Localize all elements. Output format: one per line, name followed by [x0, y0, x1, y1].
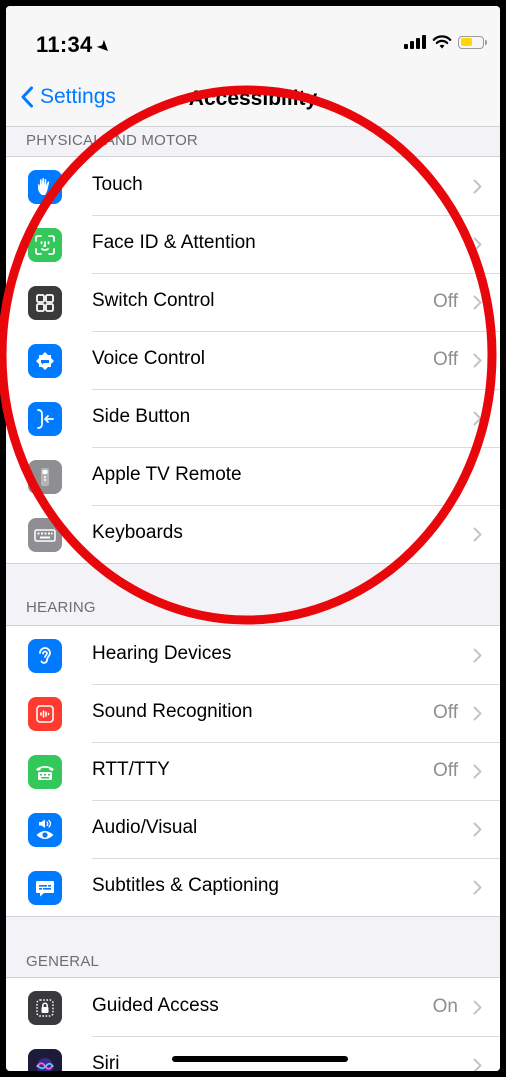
- wifi-icon: [432, 35, 452, 49]
- guided-access-icon: [28, 991, 62, 1025]
- row-label: Guided Access: [92, 995, 219, 1016]
- row-guided-access[interactable]: Guided Access On: [6, 978, 500, 1036]
- row-switch-control[interactable]: Switch Control Off: [6, 273, 500, 331]
- section-header-label: PHYSICAL AND MOTOR: [26, 132, 198, 149]
- chevron-right-icon: [473, 1058, 482, 1071]
- row-apple-tv-remote[interactable]: Apple TV Remote: [6, 447, 500, 505]
- chevron-right-icon: [473, 706, 482, 721]
- home-indicator[interactable]: [172, 1056, 348, 1062]
- status-indicators: [404, 34, 487, 50]
- side-button-icon: [28, 402, 62, 436]
- row-label: Touch: [92, 174, 143, 195]
- row-keyboards[interactable]: Keyboards: [6, 505, 500, 563]
- chevron-right-icon: [473, 764, 482, 779]
- row-value: On: [432, 996, 458, 1017]
- voice-control-icon: [28, 344, 62, 378]
- row-touch[interactable]: Touch: [6, 157, 500, 215]
- row-subtitles-captioning[interactable]: Subtitles & Captioning: [6, 858, 500, 916]
- section-header-general: GENERAL: [6, 947, 500, 977]
- section-header-hearing: HEARING: [6, 593, 500, 623]
- location-arrow-icon: ➤: [92, 36, 114, 59]
- chevron-right-icon: [473, 411, 482, 426]
- navigation-bar: Settings Accessibility: [6, 76, 500, 127]
- hand-touch-icon: [28, 170, 62, 204]
- row-label: Voice Control: [92, 348, 206, 369]
- row-label: Side Button: [92, 406, 191, 427]
- keyboard-icon: [28, 518, 62, 552]
- battery-icon: [458, 35, 487, 49]
- row-label: Audio/Visual: [92, 817, 198, 838]
- row-label: Hearing Devices: [92, 643, 232, 664]
- group-hearing: Hearing Devices Sound Recognition Off RT…: [6, 625, 500, 917]
- status-time: 11:34➤: [36, 32, 114, 58]
- row-label: Switch Control: [92, 290, 215, 311]
- chevron-right-icon: [473, 1000, 482, 1015]
- status-time-text: 11:34: [36, 32, 93, 57]
- chevron-right-icon: [473, 648, 482, 663]
- chevron-right-icon: [473, 880, 482, 895]
- chevron-right-icon: [473, 527, 482, 542]
- status-bar: 11:34➤: [6, 6, 500, 76]
- row-value: Off: [433, 291, 458, 312]
- tty-icon: [28, 755, 62, 789]
- row-label: Face ID & Attention: [92, 232, 256, 253]
- face-id-icon: [28, 228, 62, 262]
- row-label: RTT/TTY: [92, 759, 170, 780]
- siri-icon: [28, 1049, 62, 1071]
- chevron-right-icon: [473, 179, 482, 194]
- group-physical-and-motor: Touch Face ID & Attention Switch Control…: [6, 156, 500, 564]
- row-rtt-tty[interactable]: RTT/TTY Off: [6, 742, 500, 800]
- row-audio-visual[interactable]: Audio/Visual: [6, 800, 500, 858]
- row-label: Subtitles & Captioning: [92, 875, 279, 896]
- row-label: Keyboards: [92, 522, 183, 543]
- row-siri[interactable]: Siri: [6, 1036, 500, 1071]
- audio-visual-icon: [28, 813, 62, 847]
- cellular-signal-icon: [404, 35, 426, 49]
- chevron-right-icon: [473, 822, 482, 837]
- page-title: Accessibility: [188, 87, 318, 110]
- chevron-right-icon: [473, 295, 482, 310]
- phone-screen: 11:34➤ Settings Accessibility PHYSICAL A…: [6, 6, 500, 1071]
- row-value: Off: [433, 760, 458, 781]
- chevron-right-icon: [473, 237, 482, 252]
- section-header-label: HEARING: [26, 599, 96, 616]
- row-voice-control[interactable]: Voice Control Off: [6, 331, 500, 389]
- section-header-physical-and-motor: PHYSICAL AND MOTOR: [6, 126, 500, 156]
- sound-recognition-icon: [28, 697, 62, 731]
- row-label: Sound Recognition: [92, 701, 253, 722]
- row-value: Off: [433, 349, 458, 370]
- switch-control-icon: [28, 286, 62, 320]
- row-face-id-attention[interactable]: Face ID & Attention: [6, 215, 500, 273]
- row-value: Off: [433, 702, 458, 723]
- chevron-right-icon: [473, 353, 482, 368]
- row-label: Siri: [92, 1053, 120, 1071]
- row-sound-recognition[interactable]: Sound Recognition Off: [6, 684, 500, 742]
- row-hearing-devices[interactable]: Hearing Devices: [6, 626, 500, 684]
- row-label: Apple TV Remote: [92, 464, 242, 485]
- captions-icon: [28, 871, 62, 905]
- row-side-button[interactable]: Side Button: [6, 389, 500, 447]
- tv-remote-icon: [28, 460, 62, 494]
- ear-icon: [28, 639, 62, 673]
- section-header-label: GENERAL: [26, 953, 100, 970]
